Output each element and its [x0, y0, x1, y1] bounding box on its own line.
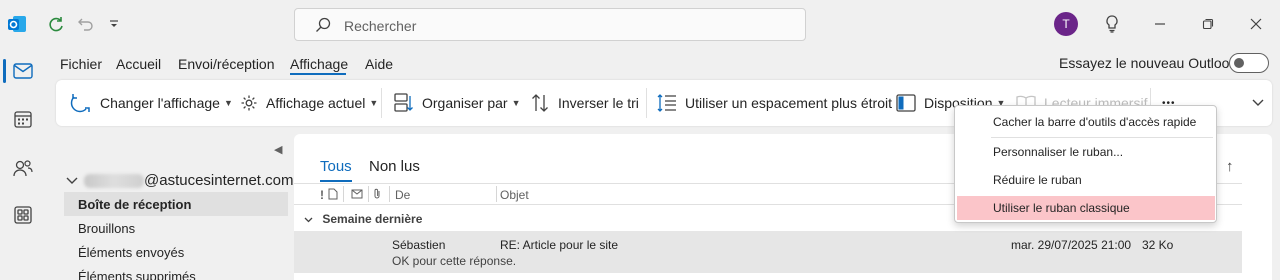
- current-view-button[interactable]: Affichage actuel ▼: [240, 80, 378, 126]
- chevron-down-icon: [66, 177, 78, 184]
- current-view-label: Affichage actuel: [266, 95, 366, 111]
- spacing-icon: [657, 93, 677, 113]
- column-divider: [368, 186, 369, 202]
- message-subject: RE: Article pour le site: [500, 238, 619, 252]
- sort-direction-icon[interactable]: ↑: [1226, 158, 1234, 175]
- column-divider: [389, 186, 390, 202]
- collapse-pane-icon[interactable]: ◀: [274, 143, 282, 156]
- chevron-down-icon: [304, 217, 313, 223]
- tab-affichage[interactable]: Affichage: [290, 56, 348, 72]
- layout-icon: [896, 94, 916, 112]
- new-outlook-toggle[interactable]: [1229, 53, 1269, 73]
- document-column-icon[interactable]: [328, 188, 338, 203]
- tab-envoi-reception[interactable]: Envoi/réception: [178, 56, 275, 72]
- spacing-button[interactable]: Utiliser un espacement plus étroit: [657, 80, 892, 126]
- gear-icon: [240, 94, 258, 112]
- reverse-sort-button[interactable]: Inverser le tri: [530, 80, 639, 126]
- title-bar: Rechercher T: [0, 0, 1280, 48]
- active-filter-indicator: [320, 180, 352, 182]
- message-preview: OK pour cette réponse.: [392, 254, 517, 268]
- tab-fichier[interactable]: Fichier: [60, 56, 102, 72]
- tab-unread[interactable]: Non lus: [369, 158, 420, 175]
- people-icon[interactable]: [6, 151, 40, 185]
- ribbon-separator: [646, 88, 647, 118]
- chevron-down-icon: ▼: [223, 98, 233, 108]
- menu-item-collapse-ribbon[interactable]: Réduire le ruban: [957, 168, 1215, 192]
- change-view-icon: [70, 93, 92, 113]
- message-sender: Sébastien: [392, 238, 446, 252]
- change-view-button[interactable]: Changer l'affichage ▼: [70, 80, 233, 126]
- column-divider: [343, 186, 344, 202]
- mail-icon[interactable]: [6, 54, 40, 88]
- sync-icon[interactable]: [45, 13, 67, 35]
- ribbon-context-menu: Cacher la barre d'outils d'accès rapide …: [954, 105, 1217, 223]
- chevron-down-icon: ▼: [511, 98, 521, 108]
- close-icon[interactable]: [1244, 12, 1268, 36]
- account-email: @astucesinternet.com: [144, 172, 294, 189]
- tab-accueil[interactable]: Accueil: [116, 56, 161, 72]
- folder-sent[interactable]: Éléments envoyés: [64, 240, 288, 264]
- minimize-icon[interactable]: [1148, 12, 1172, 36]
- menu-separator: [991, 137, 1213, 138]
- column-subject[interactable]: Objet: [500, 188, 529, 202]
- folder-drafts[interactable]: Brouillons: [64, 216, 288, 240]
- arrange-icon: [394, 93, 414, 113]
- group-label: Semaine dernière: [322, 212, 423, 226]
- ribbon-separator: [381, 88, 382, 118]
- search-box[interactable]: Rechercher: [294, 8, 806, 41]
- arrange-by-label: Organiser par: [422, 95, 508, 111]
- redacted-username: [84, 173, 144, 188]
- tab-aide[interactable]: Aide: [365, 56, 393, 72]
- reverse-sort-label: Inverser le tri: [558, 95, 639, 111]
- apps-icon[interactable]: [6, 198, 40, 232]
- ribbon-expand-chevron-icon[interactable]: [1252, 80, 1264, 126]
- flag-column-icon[interactable]: [351, 188, 363, 203]
- change-view-label: Changer l'affichage: [100, 95, 220, 111]
- avatar[interactable]: T: [1054, 12, 1078, 36]
- new-outlook-label: Essayez le nouveau Outlook: [1059, 55, 1237, 71]
- message-size: 32 Ko: [1142, 238, 1174, 252]
- arrange-by-button[interactable]: Organiser par ▼: [394, 80, 521, 126]
- menu-item-classic-ribbon[interactable]: Utiliser le ruban classique: [957, 196, 1215, 220]
- search-placeholder: Rechercher: [344, 18, 417, 34]
- sort-icon: [530, 93, 550, 113]
- message-date: mar. 29/07/2025 21:00: [1011, 238, 1132, 252]
- undo-icon[interactable]: [75, 13, 97, 35]
- outlook-logo-icon: [6, 13, 28, 35]
- customize-toolbar-icon[interactable]: [103, 13, 125, 35]
- restore-icon[interactable]: [1196, 12, 1220, 36]
- folder-inbox[interactable]: Boîte de réception: [64, 192, 288, 216]
- active-tab-indicator: [290, 73, 346, 75]
- lightbulb-icon[interactable]: [1100, 12, 1124, 36]
- folder-deleted[interactable]: Éléments supprimés: [64, 264, 288, 280]
- menu-item-hide-quick-access[interactable]: Cacher la barre d'outils d'accès rapide: [957, 110, 1215, 134]
- search-icon: [315, 17, 331, 36]
- calendar-icon[interactable]: [6, 102, 40, 136]
- account-header[interactable]: @astucesinternet.com: [66, 172, 293, 189]
- table-row[interactable]: Sébastien RE: Article pour le site OK po…: [294, 231, 1242, 273]
- group-header[interactable]: Semaine dernière: [304, 212, 422, 226]
- attachment-column-icon[interactable]: [372, 188, 382, 203]
- toggle-knob: [1234, 58, 1244, 68]
- column-divider: [496, 186, 497, 202]
- importance-column-icon[interactable]: !: [320, 188, 324, 202]
- tab-all[interactable]: Tous: [320, 158, 352, 175]
- app-rail: [0, 48, 44, 280]
- column-from[interactable]: De: [395, 188, 410, 202]
- chevron-down-icon: ▼: [369, 98, 379, 108]
- spacing-label: Utiliser un espacement plus étroit: [685, 95, 892, 111]
- menu-item-customize-ribbon[interactable]: Personnaliser le ruban...: [957, 140, 1215, 164]
